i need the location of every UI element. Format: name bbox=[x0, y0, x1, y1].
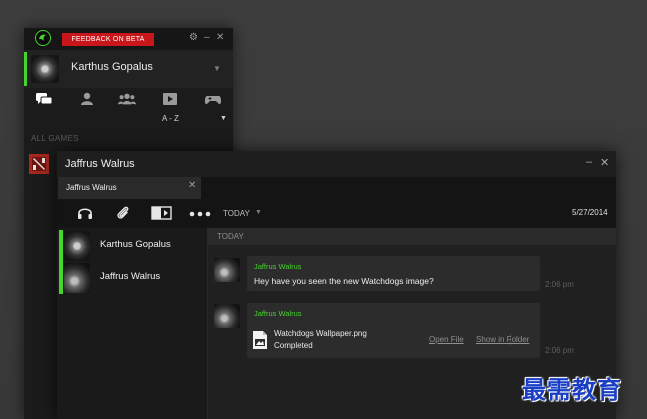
online-indicator bbox=[59, 230, 63, 262]
day-separator-label: TODAY bbox=[217, 232, 244, 241]
close-icon[interactable]: ✕ bbox=[188, 180, 196, 191]
chat-tab-label: Jaffrus Walrus bbox=[66, 183, 117, 192]
list-item[interactable]: Jaffrus Walrus bbox=[57, 260, 207, 294]
show-in-folder-link[interactable]: Show in Folder bbox=[476, 335, 529, 344]
avatar bbox=[31, 55, 59, 83]
current-date: 5/27/2014 bbox=[572, 208, 608, 217]
file-transfer-bubble: Jaffrus Walrus Watchdogs Wallpaper.png C… bbox=[247, 303, 540, 358]
chat-window-title: Jaffrus Walrus bbox=[65, 158, 135, 170]
message-timestamp: 2:06 pm bbox=[545, 346, 574, 355]
dota2-game-icon[interactable] bbox=[29, 154, 49, 174]
message-sender: Jaffrus Walrus bbox=[254, 262, 302, 271]
more-options-icon[interactable] bbox=[189, 211, 211, 217]
contact-name: Jaffrus Walrus bbox=[100, 271, 161, 282]
profile-name: Karthus Gopalus bbox=[71, 61, 153, 73]
feedback-button[interactable]: FEEDBACK ON BETA bbox=[62, 33, 154, 46]
main-window-titlebar: FEEDBACK ON BETA ⚙ – ✕ bbox=[24, 28, 233, 50]
section-header: ALL GAMES bbox=[31, 134, 79, 143]
message-bubble: Jaffrus Walrus Hey have you seen the new… bbox=[247, 256, 540, 291]
file-status: Completed bbox=[274, 341, 313, 350]
conversation-participants: Karthus Gopalus Jaffrus Walrus bbox=[57, 228, 208, 419]
chevron-down-icon: ▼ bbox=[220, 115, 227, 122]
list-item[interactable]: Karthus Gopalus bbox=[57, 228, 207, 262]
day-separator: TODAY bbox=[208, 228, 616, 245]
gamepad-icon[interactable] bbox=[204, 91, 222, 107]
file-name: Watchdogs Wallpaper.png bbox=[274, 329, 367, 338]
attachment-icon[interactable] bbox=[116, 206, 131, 221]
message-sender: Jaffrus Walrus bbox=[254, 309, 302, 318]
message-timestamp: 2:06 pm bbox=[545, 280, 574, 289]
group-icon[interactable] bbox=[118, 91, 136, 107]
close-button[interactable]: ✕ bbox=[600, 156, 609, 169]
online-indicator bbox=[24, 52, 27, 86]
avatar bbox=[214, 304, 240, 328]
image-file-icon bbox=[253, 331, 267, 349]
avatar bbox=[214, 258, 240, 282]
chat-icon[interactable] bbox=[35, 91, 53, 107]
watermark: 最需教育 bbox=[522, 376, 622, 404]
friend-icon[interactable] bbox=[78, 91, 96, 107]
chat-window-titlebar: Jaffrus Walrus – ✕ bbox=[57, 151, 616, 177]
chevron-down-icon: ▼ bbox=[255, 209, 262, 216]
close-button[interactable]: ✕ bbox=[216, 31, 224, 45]
date-filter-dropdown[interactable]: TODAY bbox=[223, 209, 250, 218]
message-text: Hey have you seen the new Watchdogs imag… bbox=[254, 276, 434, 286]
avatar bbox=[64, 263, 90, 293]
sort-dropdown[interactable]: A - Z ▼ bbox=[24, 112, 233, 128]
chat-toolbar: TODAY ▼ 5/27/2014 bbox=[57, 199, 616, 228]
user-profile[interactable]: Karthus Gopalus ▼ bbox=[24, 50, 233, 88]
contact-name: Karthus Gopalus bbox=[100, 239, 171, 250]
open-file-link[interactable]: Open File bbox=[429, 335, 464, 344]
share-screen-icon[interactable] bbox=[151, 206, 172, 220]
video-icon[interactable] bbox=[161, 91, 179, 107]
main-tabs bbox=[24, 88, 233, 112]
razer-logo-icon[interactable] bbox=[35, 30, 51, 46]
headset-icon[interactable] bbox=[77, 206, 93, 221]
minimize-button[interactable]: – bbox=[586, 156, 592, 168]
avatar bbox=[64, 231, 90, 261]
chevron-down-icon[interactable]: ▼ bbox=[213, 64, 221, 73]
chat-tab[interactable]: Jaffrus Walrus ✕ bbox=[58, 177, 201, 199]
online-indicator bbox=[59, 262, 63, 294]
minimize-button[interactable]: – bbox=[204, 31, 210, 45]
gear-icon[interactable]: ⚙ bbox=[189, 31, 198, 45]
chat-tab-strip: Jaffrus Walrus ✕ bbox=[57, 177, 616, 199]
sort-label: A - Z bbox=[162, 114, 179, 123]
